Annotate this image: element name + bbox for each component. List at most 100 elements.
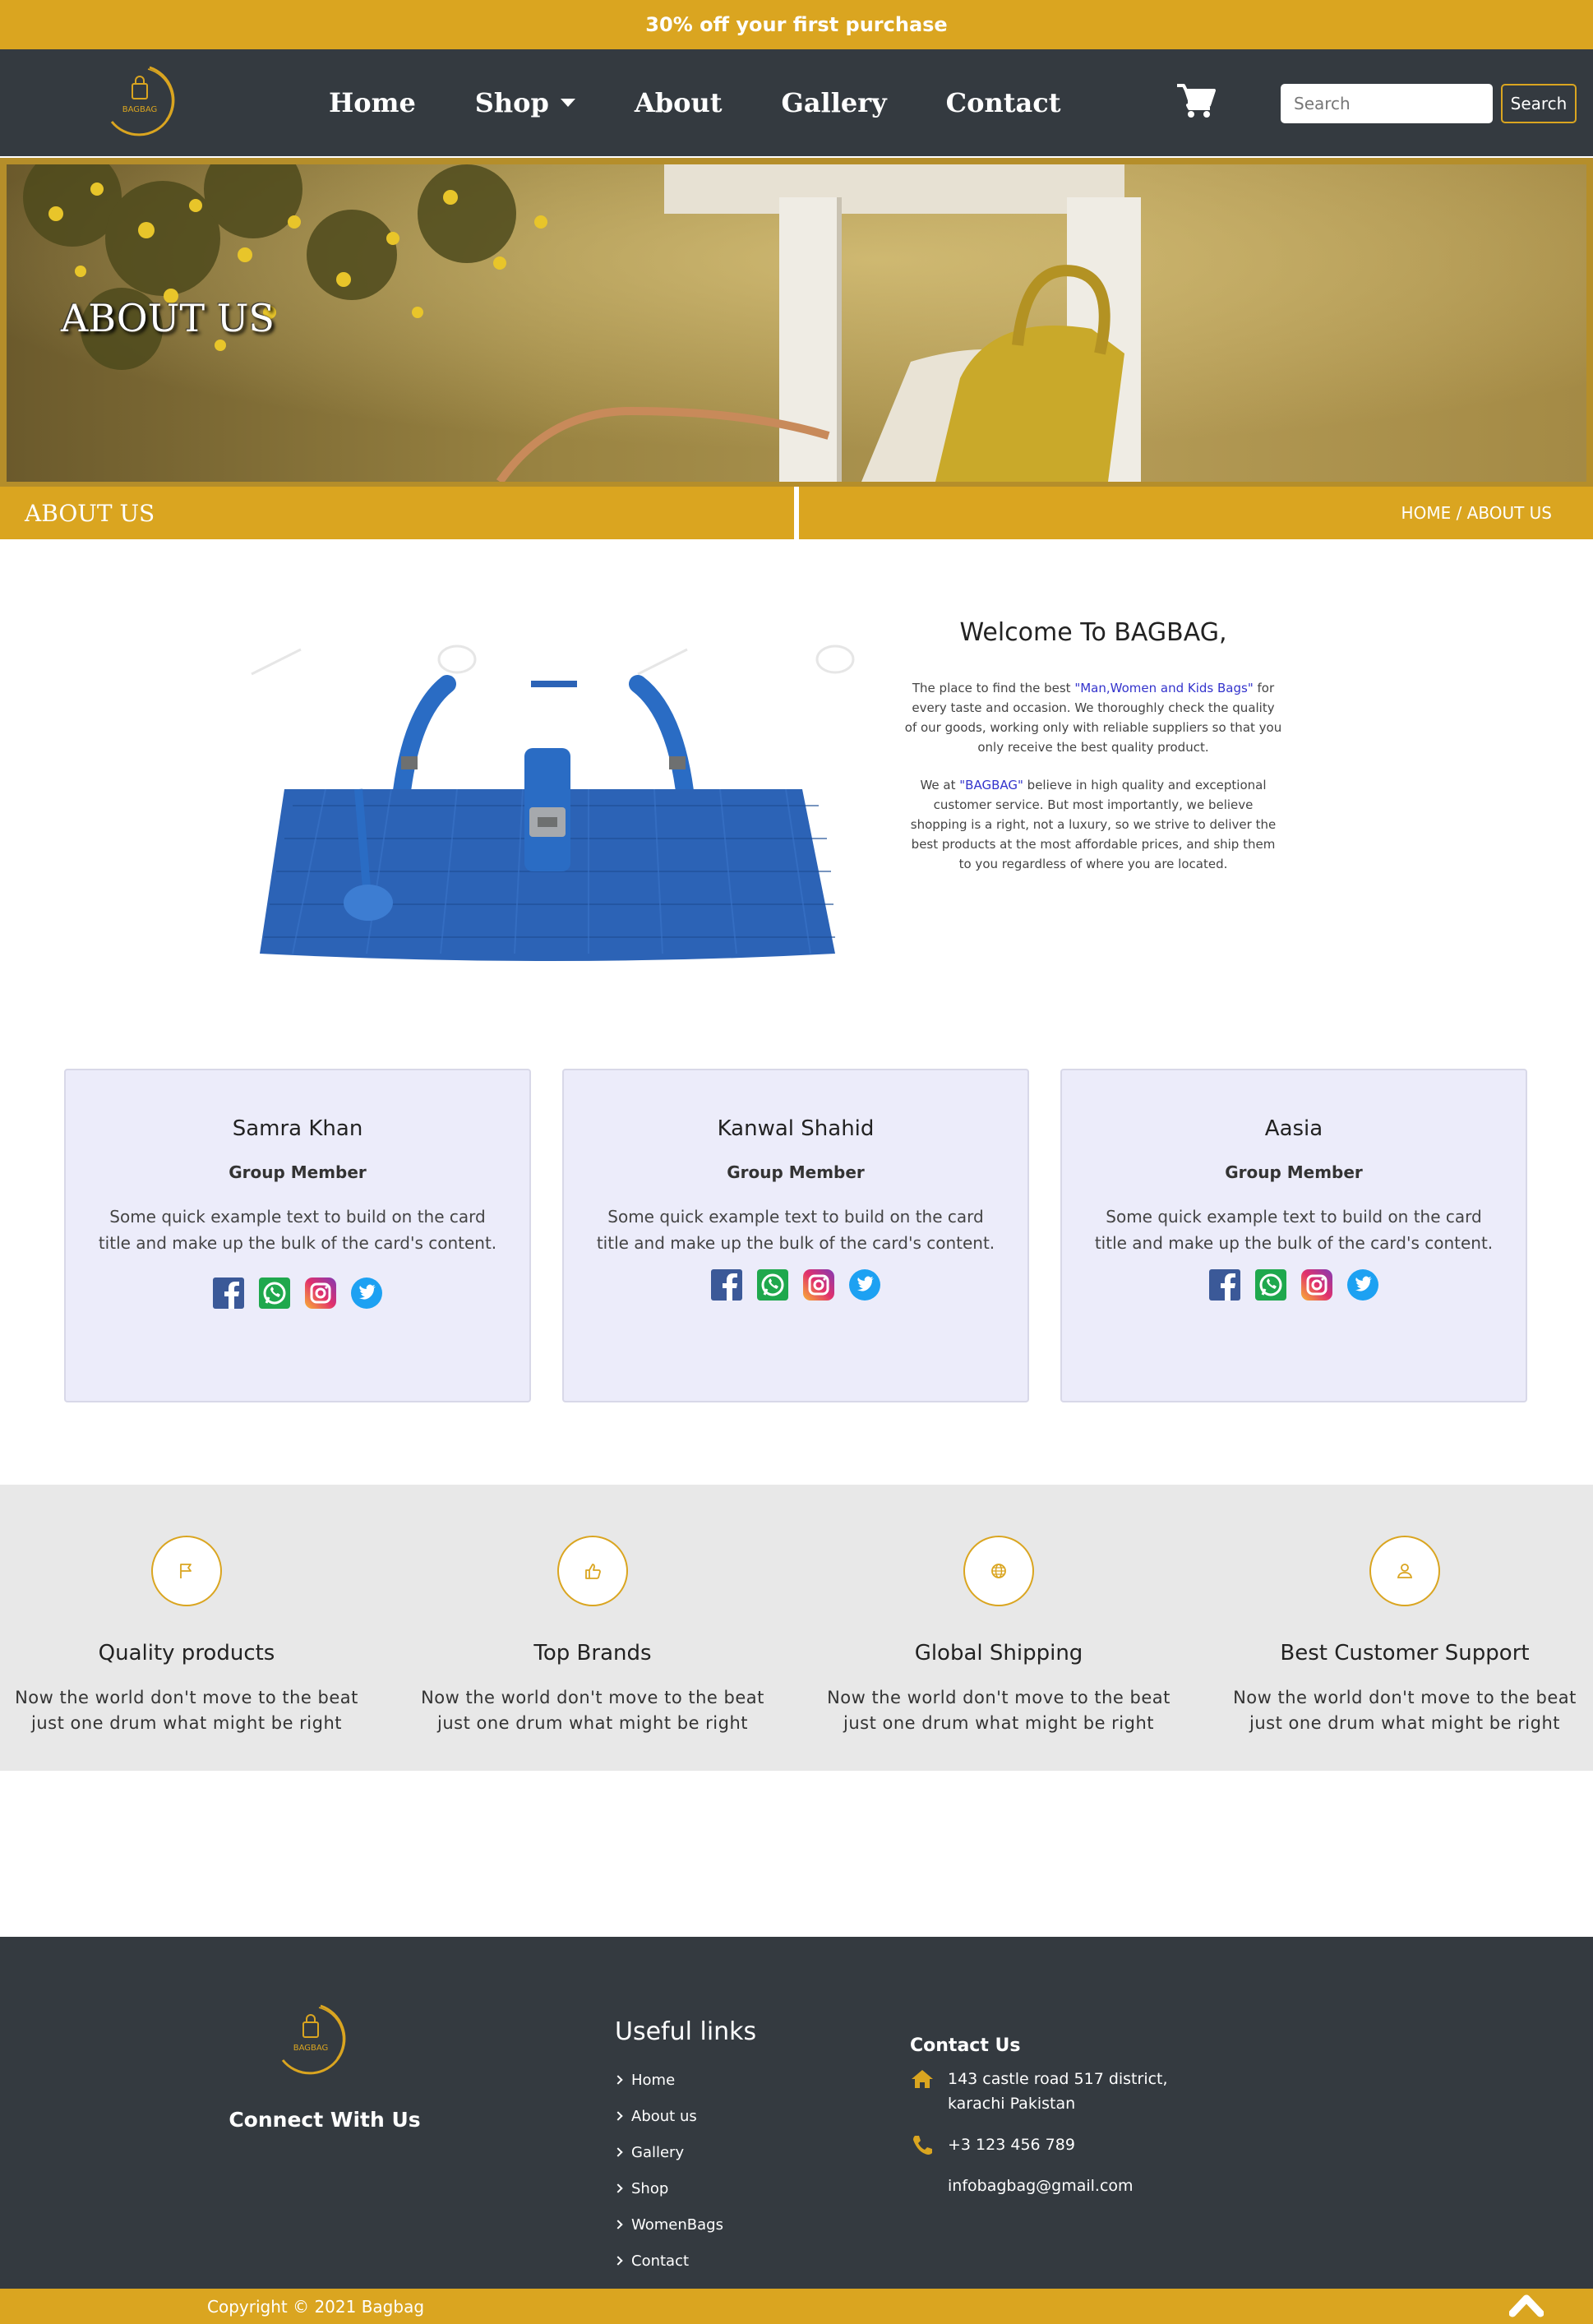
footer-link-label: Home [631,2071,676,2089]
social-links [564,1269,1027,1301]
footer-link-about[interactable]: About us [613,2098,723,2134]
globe-icon [991,1564,1006,1578]
whatsapp-icon[interactable] [259,1278,290,1309]
search-input[interactable] [1281,84,1493,123]
promo-banner: 30% off your first purchase [0,0,1593,49]
member-description: Some quick example text to build on the … [98,1207,497,1253]
nav-about-label: About [634,87,723,118]
team-card: Kanwal Shahid Group Member Some quick ex… [562,1069,1029,1402]
team-card: Aasia Group Member Some quick example te… [1060,1069,1527,1402]
twitter-icon[interactable] [849,1269,880,1301]
chevron-right-icon [613,2256,623,2266]
member-name: Aasia [1264,1116,1323,1141]
footer-logo-text: BAGBAG [293,2044,329,2053]
flag-icon [180,1564,192,1578]
feature-title: Global Shipping [914,1641,1083,1666]
nav-contact-label: Contact [945,87,1061,118]
email-text[interactable]: infobagbag@gmail.com [948,2174,1134,2198]
logo-text: BAGBAG [122,105,158,114]
contact-phone: +3 123 456 789 [910,2132,1075,2157]
navbar: BAGBAG Home Shop About Gallery Contact S… [0,49,1593,156]
welcome-p1-highlight: "Man,Women and Kids Bags" [1074,681,1254,695]
address-line-1: 143 castle road 517 district, [948,2070,1168,2088]
footer-link-contact[interactable]: Contact [613,2243,723,2279]
footer-logo[interactable]: BAGBAG [271,2001,350,2080]
footer-link-label: Shop [631,2179,669,2197]
feature-title: Top Brands [533,1641,652,1666]
facebook-icon[interactable] [1209,1269,1240,1301]
footer-link-label: About us [631,2107,697,2125]
chevron-right-icon [613,2183,623,2193]
breadcrumb-divider [794,487,799,539]
member-role: Group Member [229,1162,367,1182]
scroll-to-top-icon[interactable] [1509,2292,1544,2318]
footer-link-gallery[interactable]: Gallery [613,2134,723,2170]
feature-icon-circle [963,1536,1034,1606]
hero-banner: ABOUT US [0,158,1593,487]
footer-link-womenbags[interactable]: WomenBags [613,2206,723,2243]
search-button[interactable]: Search [1501,84,1577,123]
instagram-icon[interactable] [305,1278,336,1309]
feature-description: Now the world don't move to the beat jus… [421,1688,764,1733]
twitter-icon[interactable] [351,1278,382,1309]
nav-shop-label: Shop [474,87,549,118]
instagram-icon[interactable] [1301,1269,1332,1301]
facebook-icon[interactable] [213,1278,244,1309]
chevron-right-icon [613,2147,623,2157]
welcome-heading: Welcome To BAGBAG, [959,618,1227,647]
copyright-text: Copyright © 2021 Bagbag [207,2296,425,2317]
whatsapp-icon[interactable] [757,1269,788,1301]
contact-address: 143 castle road 517 district, karachi Pak… [910,2067,1168,2116]
welcome-section: Welcome To BAGBAG, The place to find the… [904,618,1282,892]
footer-link-label: Contact [631,2252,690,2270]
thumbs-up-icon [585,1564,601,1579]
whatsapp-icon[interactable] [1255,1269,1286,1301]
user-icon [1397,1564,1413,1578]
feature-item: Top Brands Now the world don't move to t… [412,1536,773,1736]
welcome-p1-text: The place to find the best [912,681,1075,695]
useful-links-heading: Useful links [615,2017,757,2046]
nav-gallery[interactable]: Gallery [781,87,886,118]
footer-link-label: WomenBags [631,2215,723,2234]
welcome-p2-highlight: "BAGBAG" [959,778,1023,792]
breadcrumb-path[interactable]: HOME / ABOUT US [1401,503,1552,523]
footer: BAGBAG Connect With Us Useful links Home… [0,1937,1593,2289]
page-title: ABOUT US [25,499,155,527]
member-name: Kanwal Shahid [717,1116,875,1141]
footer-link-shop[interactable]: Shop [613,2170,723,2206]
breadcrumb: HOME / ABOUT US [1401,487,1552,539]
feature-item: Best Customer Support Now the world don'… [1224,1536,1586,1736]
nav-home-label: Home [329,87,416,118]
feature-description: Now the world don't move to the beat jus… [827,1688,1171,1733]
nav-contact[interactable]: Contact [946,87,1061,118]
phone-icon [913,2136,932,2155]
feature-item: Quality products Now the world don't mov… [6,1536,367,1736]
welcome-p2-text: We at [920,778,960,792]
twitter-icon[interactable] [1347,1269,1378,1301]
promo-text: 30% off your first purchase [645,13,948,36]
useful-links-list: Home About us Gallery Shop WomenBags Con… [613,2062,723,2279]
hero-title: ABOUT US [61,296,275,340]
welcome-paragraph-1: The place to find the best "Man,Women an… [904,678,1282,757]
instagram-icon[interactable] [803,1269,834,1301]
nav-home[interactable]: Home [329,87,416,118]
caret-down-icon [560,99,575,107]
connect-heading: Connect With Us [229,2108,421,2132]
feature-title: Best Customer Support [1280,1641,1530,1666]
features-section: Quality products Now the world don't mov… [0,1485,1593,1771]
phone-text: +3 123 456 789 [948,2136,1075,2154]
blue-handbag-image [227,625,884,970]
feature-icon-circle [151,1536,222,1606]
address-text: 143 castle road 517 district, karachi Pak… [948,2067,1168,2116]
address-line-2: karachi Pakistan [948,2095,1076,2113]
nav-about[interactable]: About [635,87,723,118]
bagbag-logo[interactable]: BAGBAG [100,62,179,141]
footer-link-home[interactable]: Home [613,2062,723,2098]
shopping-cart-icon[interactable] [1175,82,1217,120]
contact-email: infobagbag@gmail.com [948,2174,1134,2198]
contact-heading: Contact Us [910,2035,1021,2056]
facebook-icon[interactable] [711,1269,742,1301]
nav-shop-dropdown[interactable]: Shop [475,87,575,118]
member-role: Group Member [727,1162,865,1182]
member-description: Some quick example text to build on the … [596,1207,995,1253]
